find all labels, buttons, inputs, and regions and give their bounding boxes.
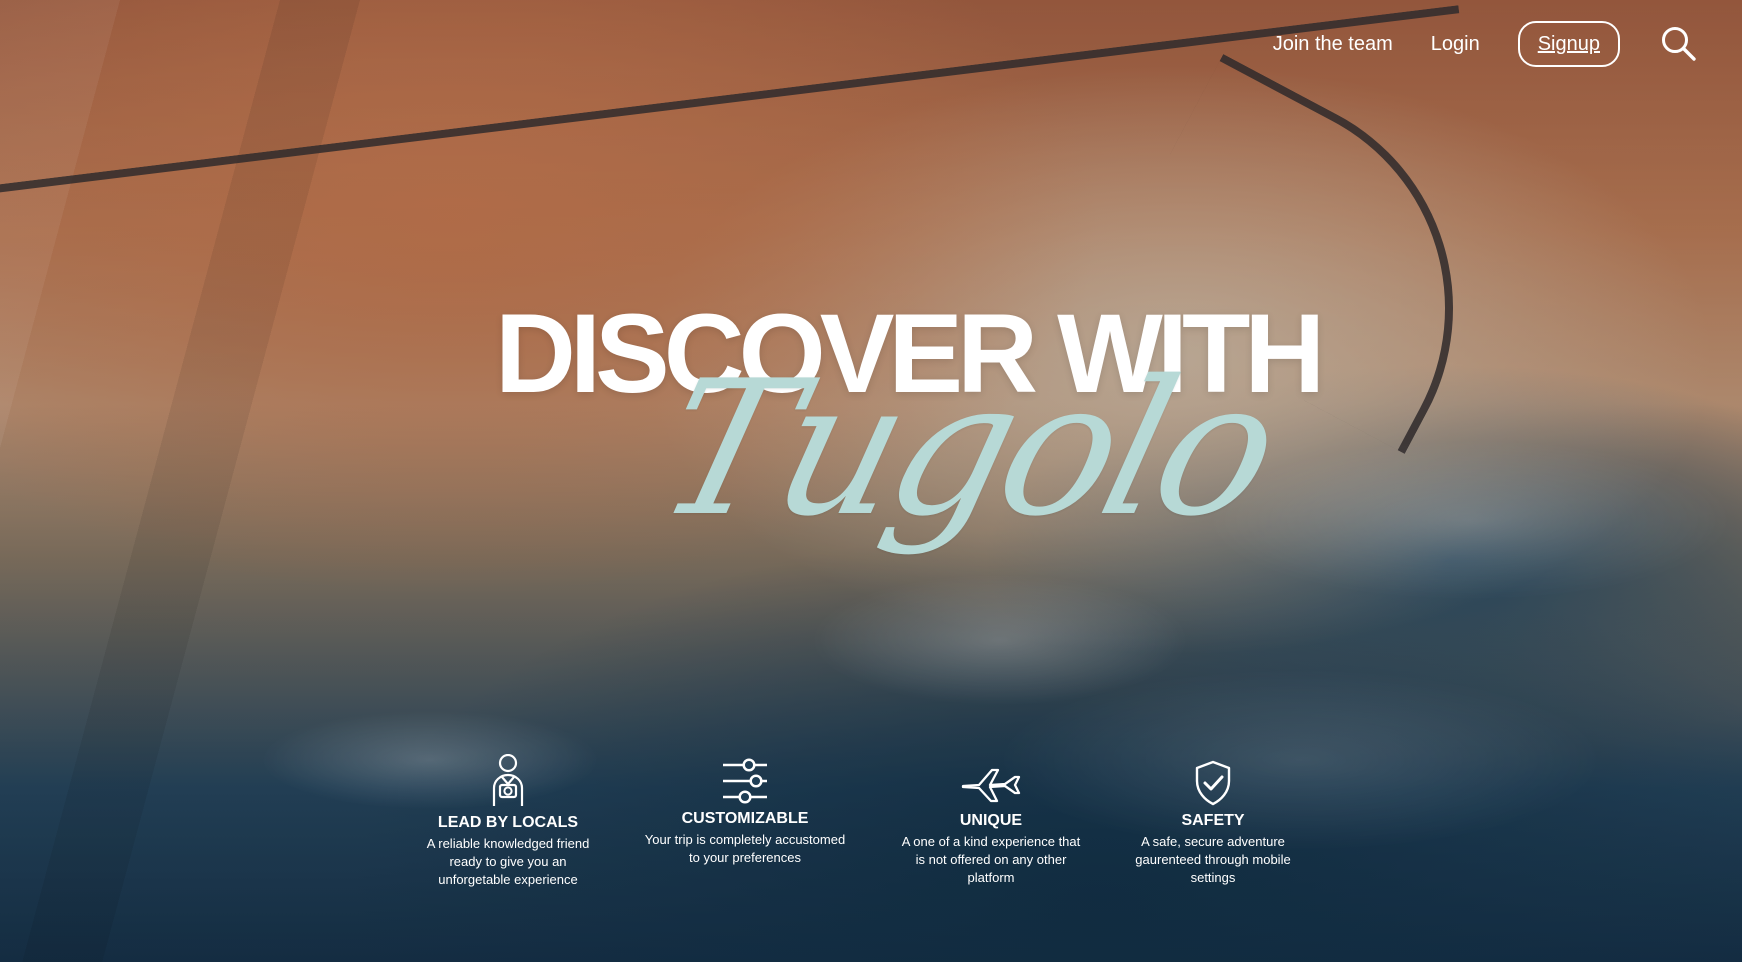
feature-unique: UNIQUE A one of a kind experience that i… (897, 760, 1085, 887)
join-the-team-link[interactable]: Join the team (1273, 34, 1393, 54)
feature-description: A reliable knowledged friend ready to gi… (426, 836, 590, 887)
feature-description: A one of a kind experience that is not o… (901, 834, 1081, 885)
feature-title: UNIQUE (959, 812, 1023, 829)
feature-customizable: CUSTOMIZABLE Your trip is completely acc… (640, 756, 850, 867)
sliders-icon (723, 758, 767, 804)
shield-check-icon (1195, 760, 1231, 806)
tour-guide-icon (492, 754, 524, 806)
feature-lead-by-locals: LEAD BY LOCALS A reliable knowledged fri… (420, 754, 596, 889)
top-navigation: Join the team Login Signup (1273, 20, 1700, 68)
feature-safety: SAFETY A safe, secure adventure gaurente… (1135, 758, 1291, 887)
signup-button[interactable]: Signup (1517, 21, 1620, 67)
airplane-icon (961, 768, 1021, 803)
login-link[interactable]: Login (1431, 34, 1480, 54)
search-button[interactable] (1658, 23, 1700, 65)
search-icon (1662, 27, 1696, 61)
feature-description: Your trip is completely accustomed to yo… (644, 832, 846, 865)
feature-title: SAFETY (1181, 812, 1245, 829)
feature-title: LEAD BY LOCALS (437, 814, 579, 831)
feature-title: CUSTOMIZABLE (681, 810, 809, 827)
feature-description: A safe, secure adventure gaurenteed thro… (1135, 834, 1291, 885)
hero-background: Join the team Login Signup DISCOVER WITH… (0, 0, 1742, 962)
brand-script: Tugolo (640, 340, 1293, 557)
